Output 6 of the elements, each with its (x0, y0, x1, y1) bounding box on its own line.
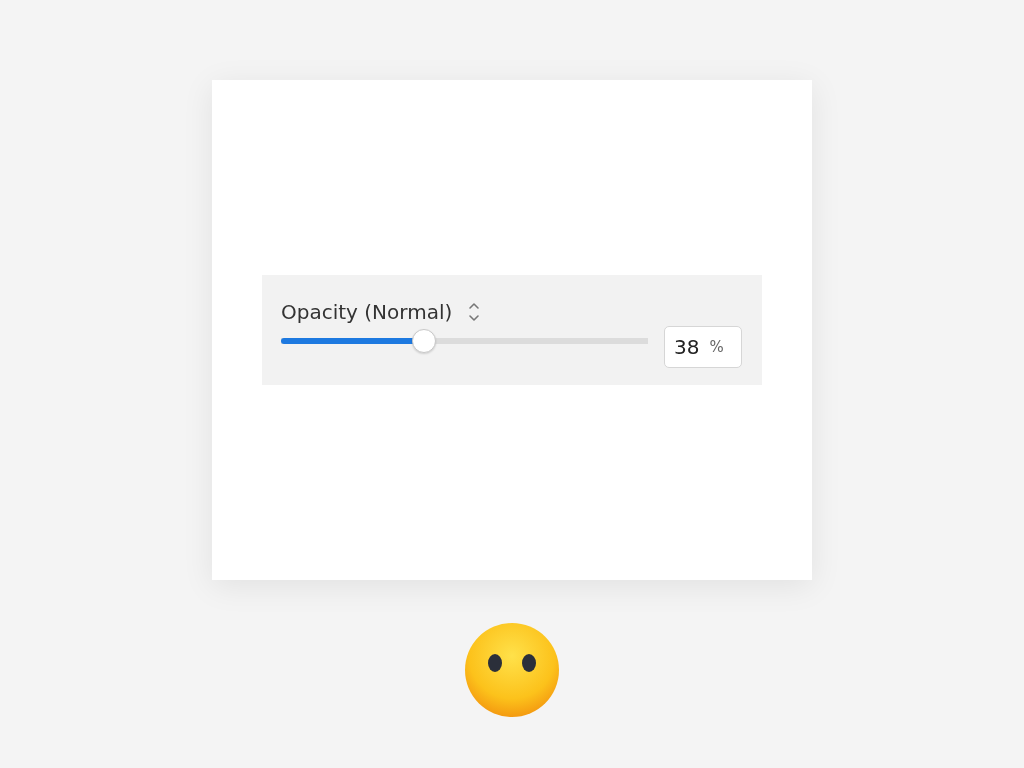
opacity-label: Opacity (Normal) (281, 300, 453, 324)
value-field[interactable]: 38 % (664, 326, 742, 368)
slider-thumb[interactable] (412, 329, 437, 353)
stepper-icon[interactable] (468, 301, 481, 323)
unit-label: % (709, 338, 724, 356)
emoji-icon (465, 623, 559, 717)
